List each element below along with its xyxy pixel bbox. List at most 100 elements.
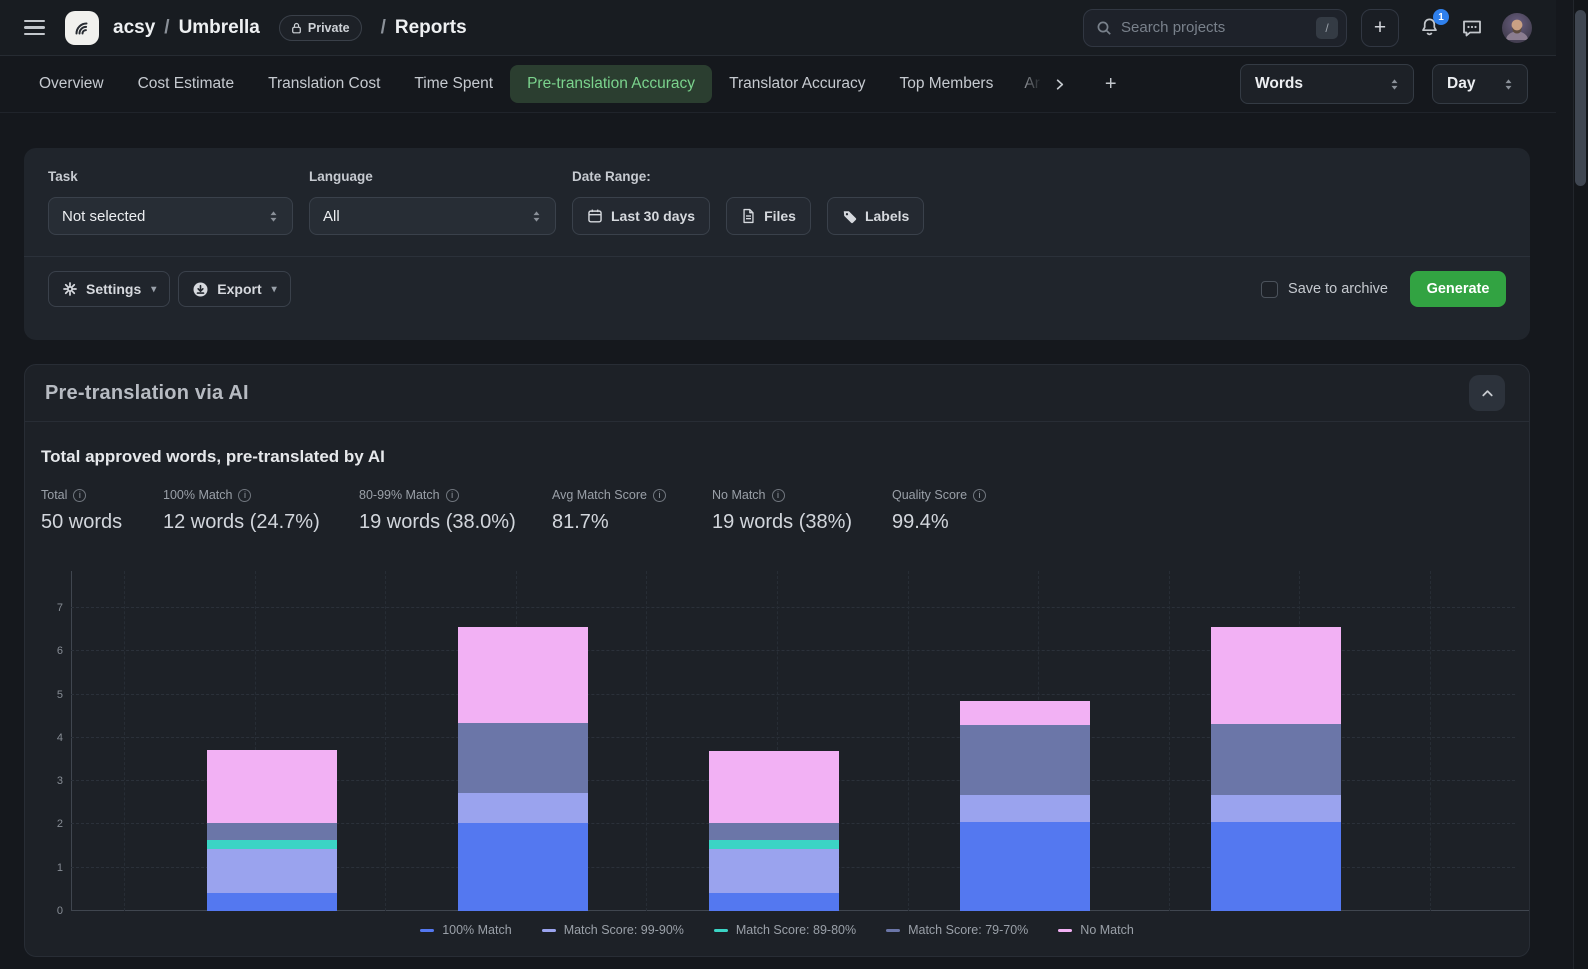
settings-button-label: Settings — [86, 281, 141, 297]
gear-icon — [62, 281, 78, 297]
legend-item-no-match[interactable]: No Match — [1058, 923, 1134, 937]
chevron-up-icon — [1480, 386, 1495, 401]
chart-legend: 100% Match Match Score: 99-90% Match Score… — [25, 923, 1529, 937]
bar-segment-bar-2-match-score-79-70 — [458, 723, 588, 793]
add-report-tab-button[interactable]: + — [1095, 65, 1127, 104]
info-icon[interactable]: i — [772, 489, 785, 502]
tab-top-members[interactable]: Top Members — [882, 65, 1010, 103]
date-range-filter-group: Date Range: Last 30 days — [572, 169, 924, 235]
tab-cost-estimate[interactable]: Cost Estimate — [121, 65, 251, 103]
breadcrumb-separator-2: / — [381, 17, 386, 39]
y-tick-label: 0 — [35, 905, 63, 917]
period-select-value: Day — [1447, 75, 1475, 93]
chat-icon — [1460, 16, 1484, 40]
unit-select[interactable]: Words — [1240, 64, 1414, 104]
bar-segment-bar-3-no-match — [709, 751, 839, 823]
avatar[interactable] — [1502, 13, 1532, 43]
legend-dash-icon — [1058, 929, 1072, 932]
bar-segment-bar-1-match-score-79-70 — [207, 823, 337, 840]
file-icon — [741, 208, 756, 224]
stat-avg-match-score: Avg Match Scorei81.7% — [552, 488, 712, 534]
legend-dash-icon — [886, 929, 900, 932]
info-icon[interactable]: i — [973, 489, 986, 502]
breadcrumb-project[interactable]: Umbrella — [179, 17, 260, 39]
info-icon[interactable]: i — [446, 489, 459, 502]
tab-time-spent[interactable]: Time Spent — [397, 65, 510, 103]
search-input[interactable]: Search projects / — [1083, 9, 1347, 47]
tab-truncated[interactable]: Ar — [1010, 65, 1042, 103]
info-icon[interactable]: i — [238, 489, 251, 502]
bar-segment-bar-5-match-score-99-90 — [1211, 795, 1341, 822]
tab-overview[interactable]: Overview — [22, 65, 121, 103]
tab-translator-accuracy[interactable]: Translator Accuracy — [712, 65, 882, 103]
bar-segment-bar-5-no-match — [1211, 627, 1341, 724]
tab-translation-cost[interactable]: Translation Cost — [251, 65, 397, 103]
language-filter-label: Language — [309, 169, 556, 184]
app-logo[interactable] — [65, 11, 99, 45]
hamburger-menu-icon[interactable] — [24, 20, 45, 35]
tabs-list: OverviewCost EstimateTranslation CostTim… — [22, 65, 1010, 103]
y-tick-label: 1 — [35, 862, 63, 874]
y-tick-label: 2 — [35, 818, 63, 830]
messages-button[interactable] — [1460, 16, 1484, 40]
legend-item-match-score-99-90[interactable]: Match Score: 99-90% — [542, 923, 684, 937]
stat-label: 100% Match — [163, 488, 232, 502]
collapse-panel-button[interactable] — [1469, 375, 1505, 411]
task-filter-select[interactable]: Not selected — [48, 197, 293, 235]
chart-subtitle: Total approved words, pre-translated by … — [41, 447, 1513, 467]
notifications-count-badge: 1 — [1433, 9, 1449, 25]
bar-segment-bar-3-match-score-89-80 — [709, 840, 839, 849]
page-scrollbar-track[interactable] — [1573, 0, 1588, 969]
tab-pre-translation-accuracy[interactable]: Pre-translation Accuracy — [510, 65, 712, 103]
task-filter-value: Not selected — [62, 208, 145, 225]
generate-button[interactable]: Generate — [1410, 271, 1506, 307]
legend-item-match-score-79-70[interactable]: Match Score: 79-70% — [886, 923, 1028, 937]
page-scrollbar-thumb[interactable] — [1575, 10, 1586, 186]
date-range-button[interactable]: Last 30 days — [572, 197, 710, 235]
labels-filter-button[interactable]: Labels — [827, 197, 924, 235]
legend-label: Match Score: 79-70% — [908, 923, 1028, 937]
y-axis-line — [71, 571, 72, 911]
export-button-label: Export — [217, 281, 261, 297]
panel-header: Pre-translation via AI — [25, 365, 1529, 422]
unit-select-value: Words — [1255, 75, 1303, 93]
info-icon[interactable]: i — [73, 489, 86, 502]
period-select[interactable]: Day — [1432, 64, 1528, 104]
y-tick-label: 6 — [35, 645, 63, 657]
files-filter-button[interactable]: Files — [726, 197, 811, 235]
settings-button[interactable]: Settings ▾ — [48, 271, 170, 307]
bar-segment-bar-4-100-match — [960, 822, 1090, 911]
legend-label: No Match — [1080, 923, 1134, 937]
save-to-archive-label: Save to archive — [1288, 281, 1388, 297]
select-arrows-icon — [267, 209, 280, 224]
y-tick-label: 3 — [35, 775, 63, 787]
info-icon[interactable]: i — [653, 489, 666, 502]
date-range-label: Date Range: — [572, 169, 924, 184]
tabs-scroll-right-button[interactable] — [1042, 69, 1077, 100]
stat-value: 81.7% — [552, 511, 712, 534]
stat-quality-score: Quality Scorei99.4% — [892, 488, 1022, 534]
calendar-icon — [587, 208, 603, 224]
language-filter-select[interactable]: All — [309, 197, 556, 235]
stat-total: Totali50 words — [41, 488, 163, 534]
legend-item-match-score-89-80[interactable]: Match Score: 89-80% — [714, 923, 856, 937]
bar-segment-bar-1-match-score-99-90 — [207, 849, 337, 893]
breadcrumb-org[interactable]: acsy — [113, 17, 155, 39]
y-tick-label: 4 — [35, 732, 63, 744]
create-project-button[interactable]: + — [1361, 9, 1399, 47]
search-shortcut-key: / — [1316, 17, 1338, 39]
labels-filter-label: Labels — [865, 208, 909, 224]
gridline-x — [646, 571, 647, 911]
legend-item-100-match[interactable]: 100% Match — [420, 923, 511, 937]
export-button[interactable]: Export ▾ — [178, 271, 290, 307]
files-filter-label: Files — [764, 208, 796, 224]
panel-title: Pre-translation via AI — [45, 382, 249, 405]
select-arrows-icon — [1388, 77, 1401, 92]
lock-icon — [291, 22, 302, 34]
legend-dash-icon — [714, 929, 728, 932]
save-to-archive-checkbox[interactable] — [1261, 281, 1278, 298]
stat-label: Quality Score — [892, 488, 967, 502]
bar-segment-bar-1-match-score-89-80 — [207, 840, 337, 849]
notifications-button[interactable]: 1 — [1418, 16, 1441, 39]
bar-segment-bar-2-match-score-99-90 — [458, 793, 588, 822]
